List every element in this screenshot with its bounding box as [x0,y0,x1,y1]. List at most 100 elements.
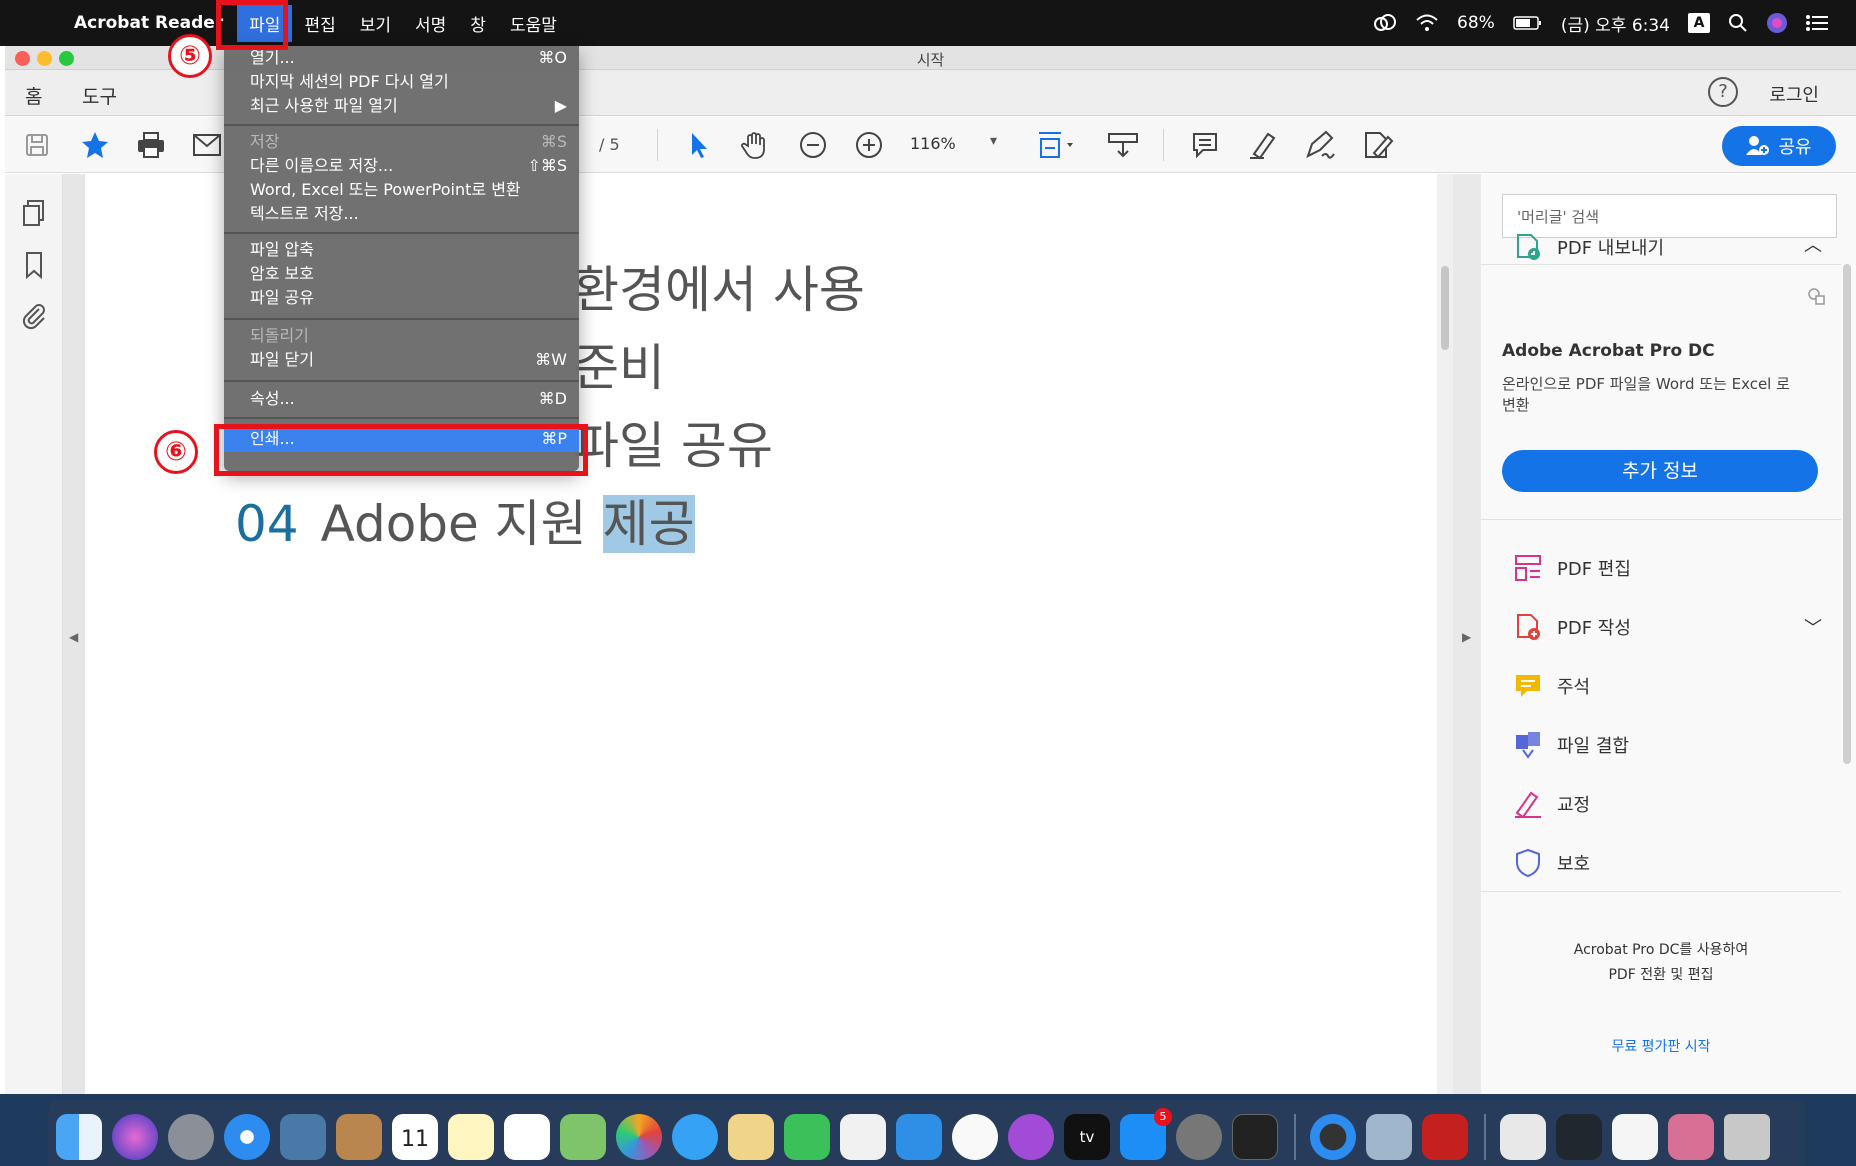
pdf-export-header[interactable]: PDF 내보내기 [1513,228,1664,266]
tab-home[interactable]: 홈 [25,82,42,109]
recent-window-thumbnail-icon[interactable] [1612,1114,1658,1160]
siri-icon[interactable] [1766,12,1788,34]
zoom-out-icon[interactable] [795,127,831,163]
document-scrollbar[interactable] [1437,174,1453,1094]
free-trial-link[interactable]: 무료 평가판 시작 [1481,1036,1841,1056]
creative-cloud-icon[interactable] [1373,13,1397,33]
email-icon[interactable] [189,127,225,163]
messages-icon[interactable] [672,1114,718,1160]
downloads-stack-icon[interactable] [1668,1114,1714,1160]
tool-item-protect[interactable]: 보호 [1513,848,1590,878]
zoom-in-icon[interactable] [851,127,887,163]
system-preferences-icon[interactable] [1176,1114,1222,1160]
menu-item-share-file[interactable]: 파일 공유 [224,286,579,310]
facetime-icon[interactable] [784,1114,830,1160]
fit-page-icon[interactable] [1035,127,1079,163]
chevron-down-icon[interactable]: ﹀ [1804,614,1822,640]
menu-item-open-recent[interactable]: 최근 사용한 파일 열기 ▶ [224,94,579,118]
menu-item-properties[interactable]: 속성... ⌘D [224,387,579,411]
share-button[interactable]: 공유 [1722,126,1836,166]
save-icon[interactable] [19,127,55,163]
right-panel-scrollbar[interactable] [1843,264,1851,764]
music-icon[interactable] [952,1114,998,1160]
sign-pen-icon[interactable] [1301,127,1341,163]
collapse-left-arrow-icon[interactable]: ◀ [69,630,78,644]
more-info-button[interactable]: 추가 정보 [1502,450,1818,492]
clock[interactable]: (금) 오후 6:34 [1561,11,1670,36]
numbers-icon[interactable] [840,1114,886,1160]
input-source-badge[interactable]: A [1688,13,1710,33]
terminal-icon[interactable] [1232,1114,1278,1160]
doc-line-4: 04 Adobe 지원 제공 [235,484,695,556]
mail-icon[interactable] [280,1114,326,1160]
tool-item-comment[interactable]: 주석 [1513,671,1590,701]
menu-item-compress[interactable]: 파일 압축 [224,238,579,262]
reminders-icon[interactable] [504,1114,550,1160]
launchpad-icon[interactable] [168,1114,214,1160]
menu-item-convert-office[interactable]: Word, Excel 또는 PowerPoint로 변환 [224,178,579,202]
tool-item-combine[interactable]: 파일 결합 [1513,730,1629,760]
document-file-icon[interactable] [1500,1114,1546,1160]
bookmarks-icon[interactable] [19,250,49,280]
comment-icon[interactable] [1187,127,1223,163]
copy-icon[interactable] [1806,286,1826,306]
collapse-right-arrow-icon[interactable]: ▶ [1462,630,1471,644]
tool-item-pdf-edit[interactable]: PDF 편집 [1513,553,1631,583]
wifi-icon[interactable] [1415,13,1439,33]
maps-icon[interactable] [560,1114,606,1160]
app-name-menu[interactable]: Acrobat Reader [74,13,223,33]
siri-dock-icon[interactable] [112,1114,158,1160]
menu-item-save-as-text[interactable]: 텍스트로 저장... [224,202,579,226]
photos-icon[interactable] [616,1114,662,1160]
notification-center-icon[interactable] [1806,14,1828,32]
apple-tv-icon[interactable]: tv [1064,1114,1110,1160]
menu-view[interactable]: 보기 [348,5,403,42]
preview-icon[interactable] [1366,1114,1412,1160]
selected-text-highlight[interactable]: 제공 [602,495,695,553]
zoom-level-select[interactable]: 116% [910,134,956,153]
attachments-icon[interactable] [19,300,49,330]
menu-sign[interactable]: 서명 [403,5,458,42]
left-panel-toggle[interactable]: ◀ [63,174,85,1094]
finder-icon[interactable] [56,1114,102,1160]
menu-help[interactable]: 도움말 [498,5,569,42]
battery-icon[interactable] [1513,15,1543,31]
highlight-pen-icon[interactable] [1245,127,1281,163]
recent-window-thumbnail-icon[interactable] [1556,1114,1602,1160]
contacts-icon[interactable] [336,1114,382,1160]
keynote-icon[interactable] [896,1114,942,1160]
podcasts-icon[interactable] [1008,1114,1054,1160]
scrollbar-thumb[interactable] [1441,266,1449,350]
acrobat-reader-dock-icon[interactable] [1422,1114,1468,1160]
print-icon[interactable] [133,127,169,163]
menu-item-password-protect[interactable]: 암호 보호 [224,262,579,286]
zoom-dropdown-icon[interactable]: ▾ [990,133,997,149]
right-panel-toggle[interactable]: ▶ [1453,174,1481,1094]
spotlight-search-icon[interactable] [1728,13,1748,33]
help-icon[interactable]: ? [1708,77,1738,107]
login-link[interactable]: 로그인 [1769,81,1819,107]
scroll-mode-icon[interactable] [1103,127,1143,163]
notes-icon[interactable] [448,1114,494,1160]
trash-icon[interactable] [1724,1114,1770,1160]
page-thumbnails-icon[interactable] [19,198,49,228]
tool-item-redact[interactable]: 교정 [1513,789,1590,819]
tab-tools[interactable]: 도구 [82,82,117,109]
menu-separator [224,232,579,234]
chevron-up-icon[interactable]: ︿ [1804,231,1822,257]
menu-edit[interactable]: 편집 [292,5,347,42]
textedit-icon[interactable] [728,1114,774,1160]
bookmark-star-icon[interactable] [77,127,113,163]
menu-item-save-as[interactable]: 다른 이름으로 저장... ⇧⌘S [224,154,579,178]
fill-sign-icon[interactable] [1357,127,1397,163]
tool-item-pdf-create[interactable]: PDF 작성 [1513,612,1631,642]
menu-item-close-file[interactable]: 파일 닫기 ⌘W [224,348,579,372]
menu-window[interactable]: 창 [458,5,498,42]
hand-tool-icon[interactable] [737,127,773,163]
menu-item-reopen-last-session[interactable]: 마지막 세션의 PDF 다시 열기 [224,70,579,94]
safari-icon[interactable] [224,1114,270,1160]
doc-line-text: Adobe 지원 [320,495,603,553]
quicktime-icon[interactable] [1310,1114,1356,1160]
select-pointer-icon[interactable] [681,127,717,163]
calendar-icon[interactable]: 11 [392,1114,438,1160]
